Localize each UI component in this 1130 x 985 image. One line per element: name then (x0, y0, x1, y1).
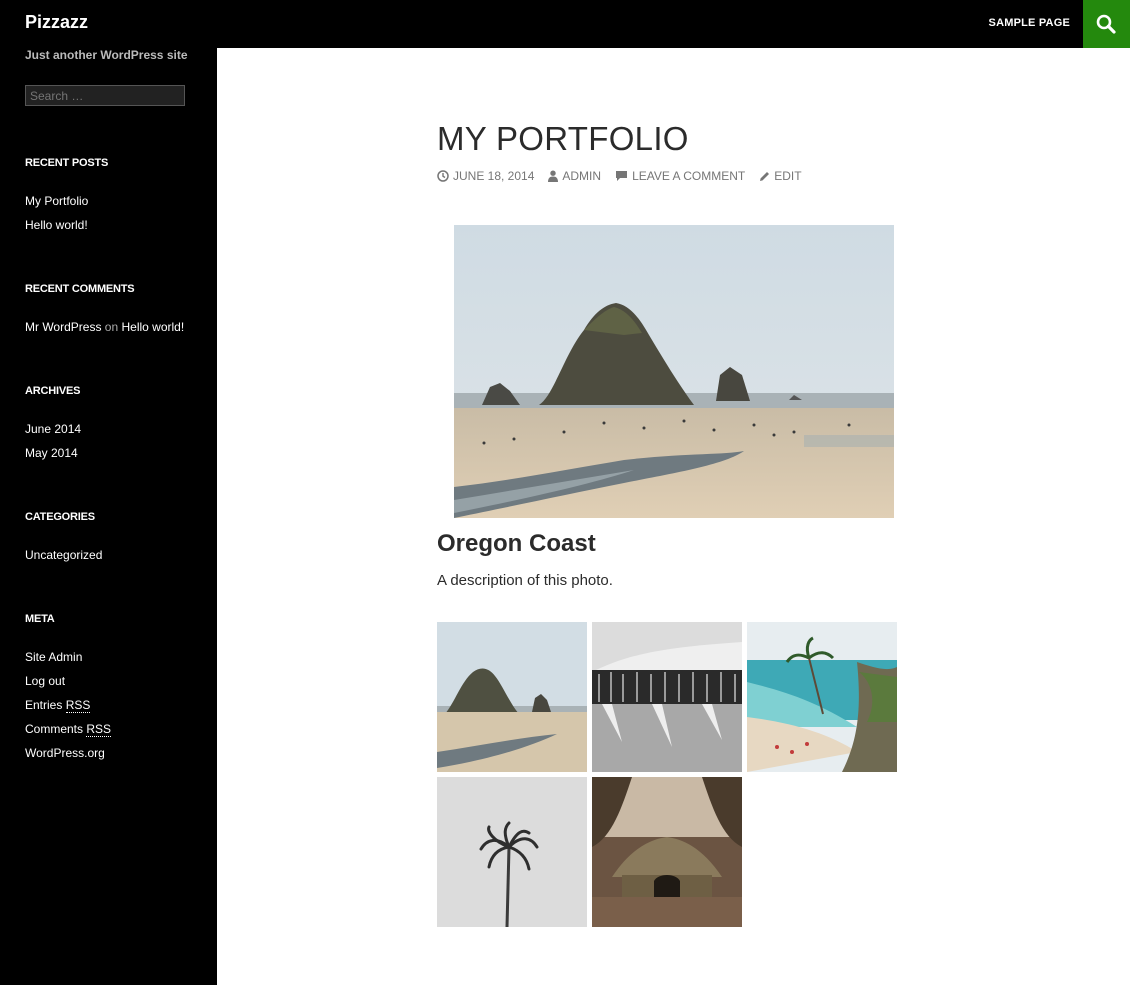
widget-meta: META Site Admin Log out Entries RSS Comm… (25, 613, 112, 765)
archive-link[interactable]: June 2014 (25, 422, 81, 436)
recent-post-link[interactable]: Hello world! (25, 218, 88, 232)
search-input[interactable] (25, 85, 185, 106)
hut-thumbnail[interactable] (592, 777, 742, 927)
wordpress-org-link[interactable]: WordPress.org (25, 746, 105, 760)
widget-archives: ARCHIVES June 2014 May 2014 (25, 385, 81, 465)
palm-tree-thumbnail[interactable] (437, 777, 587, 927)
search-toggle-button[interactable] (1083, 0, 1130, 48)
photo-description: A description of this photo. (437, 572, 613, 589)
post-date: JUNE 18, 2014 (453, 169, 535, 183)
comments-label: Comments (25, 722, 84, 736)
site-tagline: Just another WordPress site (25, 48, 188, 62)
post-meta: JUNE 18, 2014 ADMIN LEAVE A COMMENT EDIT (437, 169, 802, 183)
edit-link[interactable]: EDIT (759, 169, 802, 183)
leave-comment-label: LEAVE A COMMENT (632, 169, 746, 183)
archive-link[interactable]: May 2014 (25, 446, 78, 460)
sidebar: Just another WordPress site RECENT POSTS… (0, 48, 217, 985)
widget-title: ARCHIVES (25, 385, 81, 397)
log-out-link[interactable]: Log out (25, 674, 65, 688)
rss-abbr: RSS (65, 698, 91, 713)
pencil-icon (760, 171, 770, 181)
widget-title: CATEGORIES (25, 511, 95, 523)
post-author-link[interactable]: ADMIN (548, 169, 601, 183)
post-author: ADMIN (562, 169, 602, 183)
comment-on-text: on (104, 320, 119, 334)
post-title: MY PORTFOLIO (437, 120, 689, 157)
user-icon (548, 170, 559, 182)
comment-author-link[interactable]: Mr WordPress (25, 320, 101, 334)
snowy-forest-thumbnail[interactable] (592, 622, 742, 772)
tropical-beach-thumbnail[interactable] (747, 622, 897, 772)
category-link[interactable]: Uncategorized (25, 548, 102, 562)
site-title[interactable]: Pizzazz (25, 12, 88, 33)
recent-post-link[interactable]: My Portfolio (25, 194, 88, 208)
widget-title: RECENT COMMENTS (25, 283, 135, 295)
nav-sample-page[interactable]: SAMPLE PAGE (989, 17, 1070, 29)
site-admin-link[interactable]: Site Admin (25, 650, 82, 664)
entries-rss-link[interactable]: Entries RSS (25, 698, 91, 713)
widget-recent-comments: RECENT COMMENTS Mr WordPress on Hello wo… (25, 283, 184, 339)
photo-title: Oregon Coast (437, 530, 596, 557)
entries-label: Entries (25, 698, 63, 712)
widget-categories: CATEGORIES Uncategorized (25, 511, 102, 567)
comments-rss-link[interactable]: Comments RSS (25, 722, 112, 737)
haystack-rock-thumbnail[interactable] (437, 622, 587, 772)
top-bar: Pizzazz SAMPLE PAGE (0, 0, 1130, 48)
post-date-link[interactable]: JUNE 18, 2014 (437, 169, 534, 183)
comment-icon (616, 171, 628, 181)
leave-comment-link[interactable]: LEAVE A COMMENT (615, 169, 745, 183)
search-icon (1096, 14, 1116, 34)
widget-title: META (25, 613, 55, 625)
edit-label: EDIT (774, 169, 802, 183)
rss-abbr: RSS (86, 722, 112, 737)
clock-icon (437, 170, 449, 182)
comment-post-link[interactable]: Hello world! (122, 320, 185, 334)
featured-image (454, 225, 894, 518)
widget-recent-posts: RECENT POSTS My Portfolio Hello world! (25, 157, 108, 237)
widget-title: RECENT POSTS (25, 157, 109, 169)
